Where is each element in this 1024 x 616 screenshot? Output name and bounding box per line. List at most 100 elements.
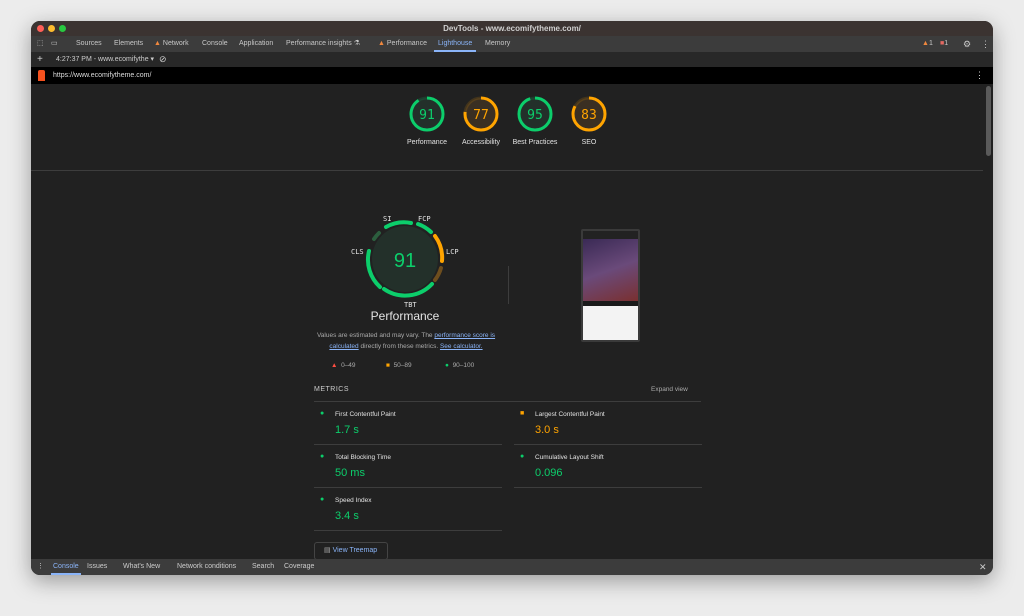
drawer-tab-what-s-new[interactable]: What's New — [123, 559, 160, 575]
metric-name: First Contentful Paint — [335, 411, 396, 418]
expand-view-toggle[interactable]: Expand view — [651, 386, 688, 393]
warning-icon: ▲ — [922, 40, 929, 47]
legend-fail: ▲ 0–49 — [331, 362, 356, 369]
close-drawer-icon[interactable]: ✕ — [979, 559, 987, 575]
score-value: 95 — [527, 108, 543, 123]
final-screenshot[interactable] — [581, 229, 640, 342]
tab-label: Network — [162, 40, 189, 47]
gauge-label-si: SI — [383, 215, 392, 223]
score-label: Accessibility — [461, 139, 501, 146]
minimize-window-button[interactable] — [48, 25, 55, 32]
drawer-menu-icon[interactable]: ⋮ — [37, 559, 44, 575]
metric-name: Cumulative Layout Shift — [535, 454, 604, 461]
title-bar: DevTools - www.ecomifytheme.com/ — [31, 21, 993, 36]
score-accessibility[interactable]: 77 Accessibility — [451, 94, 511, 148]
status-icon: ■ — [520, 410, 525, 417]
drawer-tab-coverage[interactable]: Coverage — [284, 559, 314, 575]
warning-icon: ▲ — [154, 40, 161, 47]
gauge-label-cls: CLS — [351, 248, 364, 256]
count: 1 — [928, 40, 933, 47]
drawer-tab-console[interactable]: Console — [51, 559, 81, 575]
warning-icon: ▲ — [378, 40, 385, 47]
triangle-icon: ▲ — [331, 362, 338, 369]
tab-sources[interactable]: Sources — [76, 36, 102, 52]
status-icon: ● — [320, 410, 325, 417]
score-gauge: 77 — [463, 96, 499, 132]
circle-icon: ● — [445, 362, 449, 369]
device-toolbar-icon[interactable]: ▭ — [51, 36, 58, 52]
score-note: Values are estimated and may vary. The p… — [309, 330, 503, 352]
close-window-button[interactable] — [37, 25, 44, 32]
warnings-count[interactable]: ▲1 — [922, 36, 933, 52]
metric-value: 3.4 s — [335, 510, 359, 522]
drawer-tab-search[interactable]: Search — [252, 559, 274, 575]
legend-average: ■ 50–89 — [386, 362, 412, 369]
gauge-label-lcp: LCP — [446, 248, 459, 256]
view-treemap-button[interactable]: ▤ View Treemap — [314, 542, 388, 559]
tab-label: Performance — [386, 40, 427, 47]
legend-label: 90–100 — [452, 362, 475, 369]
metric-largest-contentful-paint: ■ Largest Contentful Paint 3.0 s — [514, 408, 702, 448]
gauge-label-tbt: TBT — [404, 301, 417, 309]
status-icon: ● — [320, 453, 325, 460]
report-label: 4:27:37 PM - www.ecomifythe — [56, 56, 149, 63]
legend-pass: ● 90–100 — [445, 362, 474, 369]
score-gauge: 91 — [409, 96, 445, 132]
more-icon[interactable]: ⋮ — [975, 67, 984, 84]
lighthouse-toolbar: + 4:27:37 PM - www.ecomifythe ▾ ⊘ — [31, 52, 993, 67]
tab-network[interactable]: ▲ Network — [154, 36, 189, 52]
score-label: SEO — [581, 139, 597, 146]
window-title: DevTools - www.ecomifytheme.com/ — [443, 24, 581, 33]
score-performance[interactable]: 91 Performance — [397, 94, 457, 148]
maximize-window-button[interactable] — [59, 25, 66, 32]
metric-name: Total Blocking Time — [335, 454, 391, 461]
score-seo[interactable]: 83 SEO — [559, 94, 619, 148]
clear-icon[interactable]: ⊘ — [159, 52, 167, 67]
legend-label: 0–49 — [341, 362, 356, 369]
metric-value: 50 ms — [335, 467, 365, 479]
tab-memory[interactable]: Memory — [485, 36, 510, 52]
metric-value: 0.096 — [535, 467, 563, 479]
score-label: Performance — [406, 139, 448, 146]
metric-name: Largest Contentful Paint — [535, 411, 605, 418]
tab-elements[interactable]: Elements — [114, 36, 143, 52]
score-value: 83 — [581, 108, 597, 123]
inspect-icon[interactable]: ⬚ — [37, 36, 44, 52]
metric-total-blocking-time: ● Total Blocking Time 50 ms — [314, 451, 502, 491]
score-best-practices[interactable]: 95 Best Practices — [505, 94, 565, 148]
metric-cumulative-layout-shift: ● Cumulative Layout Shift 0.096 — [514, 451, 702, 491]
status-icon: ● — [320, 496, 325, 503]
note-text: Values are estimated and may vary. The — [316, 332, 435, 339]
metric-value: 1.7 s — [335, 424, 359, 436]
report-url[interactable]: https://www.ecomifytheme.com/ — [53, 67, 151, 84]
tab-lighthouse[interactable]: Lighthouse — [434, 36, 477, 52]
gear-icon[interactable]: ⚙ — [963, 36, 971, 52]
legend-label: 50–89 — [393, 362, 412, 369]
drawer-tab-issues[interactable]: Issues — [87, 559, 107, 575]
score-gauge: 83 — [571, 96, 607, 132]
metric-first-contentful-paint: ● First Contentful Paint 1.7 s — [314, 408, 502, 448]
report-url-bar: https://www.ecomifytheme.com/ ⋮ — [31, 67, 993, 84]
report-select[interactable]: 4:27:37 PM - www.ecomifythe ▾ — [56, 52, 154, 67]
panel-tabs: ⬚ ▭ Sources Elements ▲ Network Console A… — [31, 36, 993, 52]
calculator-link[interactable]: See calculator. — [440, 343, 483, 350]
metric-name: Speed Index — [335, 497, 372, 504]
tab-application[interactable]: Application — [239, 36, 273, 52]
count: 1 — [944, 40, 949, 47]
divider — [508, 266, 509, 304]
metric-value: 3.0 s — [535, 424, 559, 436]
gauge-score: 91 — [394, 250, 416, 272]
errors-count[interactable]: ■1 — [940, 36, 948, 52]
tab-performance[interactable]: ▲ Performance — [378, 36, 427, 52]
tab-performance-insights[interactable]: Performance insights ⚗ — [286, 36, 360, 52]
more-icon[interactable]: ⋮ — [981, 36, 990, 52]
plus-icon[interactable]: + — [37, 52, 43, 67]
lighthouse-logo-icon — [38, 70, 45, 81]
drawer-tab-network-conditions[interactable]: Network conditions — [177, 559, 236, 575]
score-value: 77 — [473, 108, 489, 123]
tab-console[interactable]: Console — [202, 36, 228, 52]
gauge-title: Performance — [370, 309, 440, 323]
drawer-tabs: ⋮ Console Issues What's New Network conditi… — [31, 559, 993, 575]
score-label: Best Practices — [512, 139, 558, 146]
scrollbar[interactable] — [986, 86, 991, 156]
